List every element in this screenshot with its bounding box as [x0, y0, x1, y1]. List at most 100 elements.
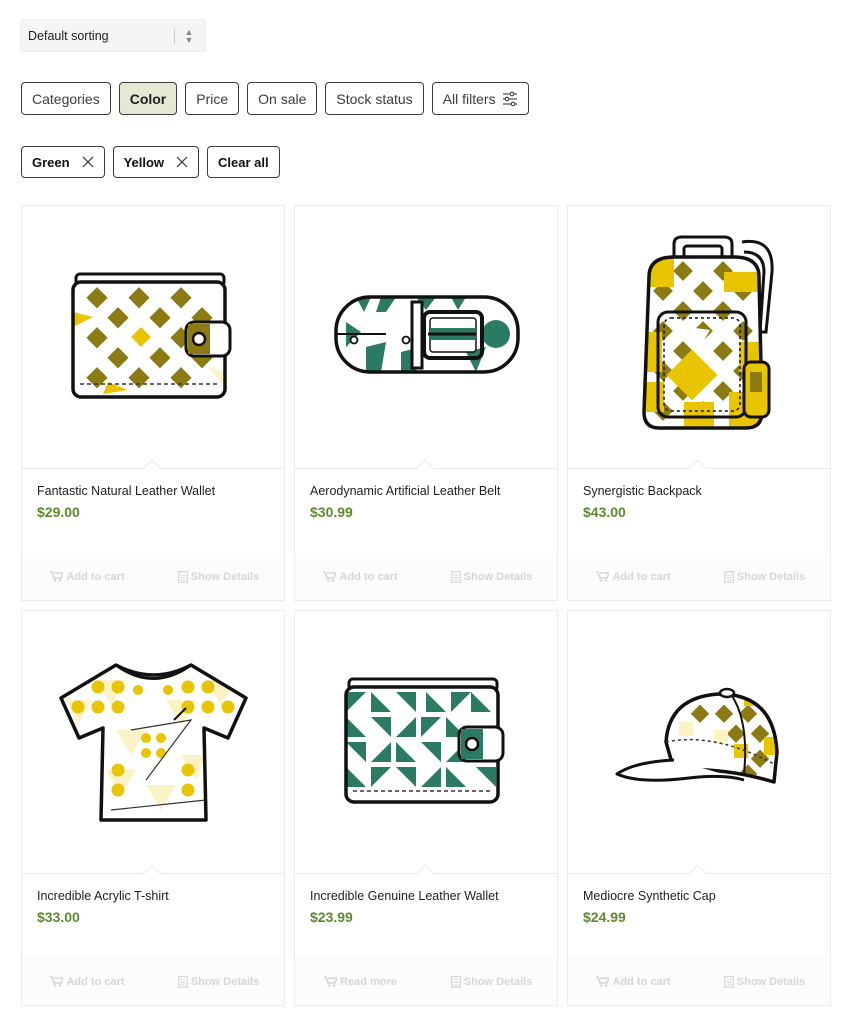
filter-categories[interactable]: Categories: [21, 82, 111, 115]
show-details-label: Show Details: [190, 975, 260, 988]
product-image[interactable]: [568, 611, 830, 882]
remove-icon[interactable]: [176, 156, 188, 168]
product-name[interactable]: Aerodynamic Artificial Leather Belt: [310, 484, 500, 498]
add-to-cart-button[interactable]: Add to cart: [295, 571, 426, 583]
wallet-icon: [344, 677, 505, 804]
cart-icon: [596, 976, 610, 987]
product-price: $24.99: [583, 909, 626, 925]
cap-icon: [615, 687, 779, 784]
active-filter-yellow[interactable]: Yellow: [112, 146, 200, 178]
card-actions: Add to cart Show Details: [568, 553, 830, 600]
filter-label: Price: [196, 90, 229, 107]
filter-all-filters[interactable]: All filters: [431, 82, 529, 115]
show-details-label: Show Details: [736, 570, 806, 583]
document-icon: [177, 975, 188, 988]
add-to-cart-label: Add to cart: [339, 570, 398, 583]
select-divider: [174, 29, 175, 44]
product-card: Synergistic Backpack $43.00 Add to cart …: [567, 205, 831, 601]
add-to-cart-button[interactable]: Add to cart: [568, 976, 699, 988]
filter-label: Categories: [32, 90, 100, 107]
product-price: $29.00: [37, 504, 80, 520]
show-details-button[interactable]: Show Details: [153, 571, 284, 583]
product-image[interactable]: [22, 611, 284, 882]
product-image[interactable]: [568, 206, 830, 477]
product-image[interactable]: [295, 611, 557, 882]
cart-icon: [50, 976, 64, 987]
document-icon: [723, 975, 734, 988]
product-card: Incredible Acrylic T-shirt $33.00 Add to…: [21, 610, 285, 1006]
cart-icon: [596, 571, 610, 582]
filter-label: Color: [129, 90, 167, 107]
document-icon: [450, 570, 461, 583]
document-icon: [177, 570, 188, 583]
show-details-button[interactable]: Show Details: [426, 571, 557, 583]
show-details-label: Show Details: [463, 975, 533, 988]
show-details-button[interactable]: Show Details: [699, 571, 830, 583]
card-actions: Add to cart Show Details: [295, 553, 557, 600]
filter-label: On sale: [258, 90, 307, 107]
product-name[interactable]: Mediocre Synthetic Cap: [583, 889, 716, 903]
product-name[interactable]: Incredible Genuine Leather Wallet: [310, 889, 499, 903]
card-notch: [689, 864, 707, 882]
product-card: Incredible Genuine Leather Wallet $23.99…: [294, 610, 558, 1006]
cart-icon: [50, 571, 64, 582]
card-notch: [416, 459, 434, 477]
active-filter-label: Yellow: [123, 154, 165, 170]
filter-color[interactable]: Color: [118, 82, 178, 115]
active-filter-label: Green: [32, 154, 70, 170]
remove-icon[interactable]: [82, 156, 94, 168]
tshirt-icon: [58, 662, 248, 822]
product-price: $43.00: [583, 504, 626, 520]
cart-icon: [323, 571, 337, 582]
show-details-label: Show Details: [190, 570, 260, 583]
wallet-icon: [71, 272, 232, 399]
product-name[interactable]: Incredible Acrylic T-shirt: [37, 889, 169, 903]
product-card: Aerodynamic Artificial Leather Belt $30.…: [294, 205, 558, 601]
document-icon: [450, 975, 461, 988]
belt-icon: [334, 295, 520, 374]
add-to-cart-button[interactable]: Add to cart: [568, 571, 699, 583]
add-to-cart-button[interactable]: Add to cart: [22, 976, 153, 988]
product-name[interactable]: Synergistic Backpack: [583, 484, 702, 498]
card-actions: Add to cart Show Details: [568, 958, 830, 1005]
product-price: $23.99: [310, 909, 353, 925]
card-actions: Read more Show Details: [295, 958, 557, 1005]
product-card: Mediocre Synthetic Cap $24.99 Add to car…: [567, 610, 831, 1006]
show-details-button[interactable]: Show Details: [426, 976, 557, 988]
clear-all-label: Clear all: [218, 154, 269, 170]
active-filter-green[interactable]: Green: [21, 146, 105, 178]
show-details-button[interactable]: Show Details: [153, 976, 284, 988]
product-price: $33.00: [37, 909, 80, 925]
add-to-cart-label: Add to cart: [66, 570, 125, 583]
product-image[interactable]: [295, 206, 557, 477]
backpack-icon: [642, 235, 774, 430]
filter-on-sale[interactable]: On sale: [247, 82, 318, 115]
sorting-select-value: Default sorting: [28, 28, 109, 43]
add-to-cart-label: Add to cart: [66, 975, 125, 988]
cart-icon: [324, 976, 338, 987]
product-name[interactable]: Fantastic Natural Leather Wallet: [37, 484, 215, 498]
show-details-label: Show Details: [736, 975, 806, 988]
add-to-cart-label: Add to cart: [612, 975, 671, 988]
add-to-cart-button[interactable]: Add to cart: [22, 571, 153, 583]
card-notch: [143, 864, 161, 882]
filter-bar: Categories Color Price On sale Stock sta…: [21, 82, 529, 115]
show-details-label: Show Details: [463, 570, 533, 583]
product-image[interactable]: [22, 206, 284, 477]
product-grid: Fantastic Natural Leather Wallet $29.00 …: [21, 205, 831, 1006]
sorting-select[interactable]: Default sorting ▲ ▼: [20, 19, 206, 52]
clear-all-button[interactable]: Clear all: [207, 146, 280, 178]
filter-label: Stock status: [336, 90, 413, 107]
document-icon: [723, 570, 734, 583]
filter-stock-status[interactable]: Stock status: [325, 82, 424, 115]
read-more-button[interactable]: Read more: [295, 976, 426, 988]
select-arrows-icon: ▲ ▼: [184, 27, 194, 45]
active-filters: Green Yellow Clear all: [21, 146, 280, 178]
card-notch: [143, 459, 161, 477]
filter-label: All filters: [442, 90, 496, 107]
product-price: $30.99: [310, 504, 353, 520]
read-more-label: Read more: [340, 975, 397, 988]
show-details-button[interactable]: Show Details: [699, 976, 830, 988]
card-notch: [689, 459, 707, 477]
filter-price[interactable]: Price: [185, 82, 240, 115]
